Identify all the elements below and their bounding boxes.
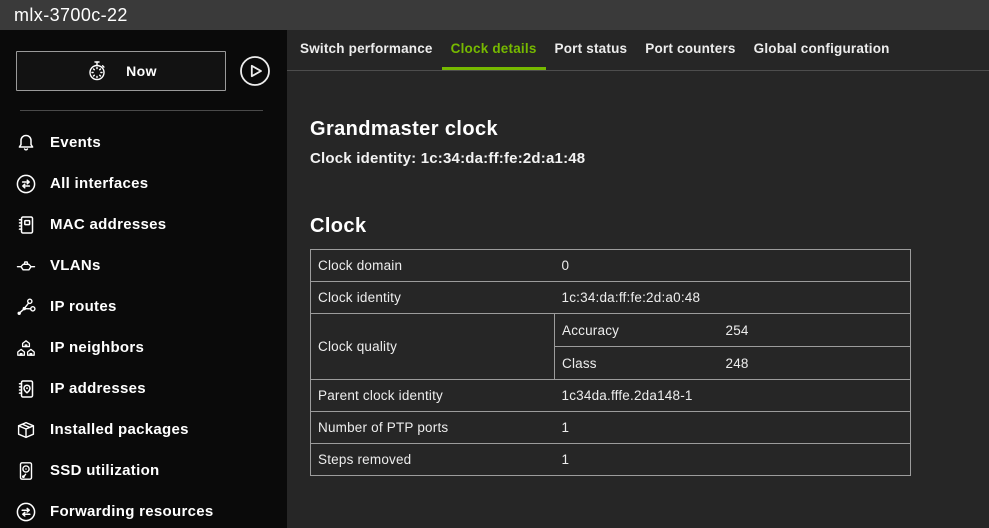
row-value: 1 xyxy=(555,412,911,444)
sidebar-item-label: MAC addresses xyxy=(50,216,166,233)
clock-table: Clock domain 0 Clock identity 1c:34:da:f… xyxy=(310,249,911,476)
sidebar-item-mac-addresses[interactable]: MAC addresses xyxy=(0,204,287,245)
sub-row-label: Class xyxy=(555,347,719,380)
row-value: 1 xyxy=(555,444,911,476)
row-value: 1c34da.fffe.2da148-1 xyxy=(555,380,911,412)
tab-clock-details[interactable]: Clock details xyxy=(442,30,546,70)
row-value: 0 xyxy=(555,250,911,282)
sidebar-item-label: All interfaces xyxy=(50,175,148,192)
sidebar-item-forwarding-resources[interactable]: Forwarding resources xyxy=(0,491,287,528)
sidebar-nav: Events All interfaces xyxy=(0,111,287,528)
sidebar-item-label: Installed packages xyxy=(50,421,189,438)
sidebar-item-events[interactable]: Events xyxy=(0,122,287,163)
clock-details-panel: Grandmaster clock Clock identity: 1c:34:… xyxy=(287,71,989,528)
ssd-drive-icon xyxy=(14,459,38,483)
notebook-icon xyxy=(14,213,38,237)
sidebar-item-vlans[interactable]: VLANs xyxy=(0,245,287,286)
sidebar-item-label: SSD utilization xyxy=(50,462,160,479)
row-label: Clock domain xyxy=(311,250,555,282)
route-graph-icon xyxy=(14,295,38,319)
sidebar-item-ip-neighbors[interactable]: IP neighbors xyxy=(0,327,287,368)
tab-port-counters[interactable]: Port counters xyxy=(636,30,744,70)
package-box-icon xyxy=(14,418,38,442)
table-row: Clock identity 1c:34:da:ff:fe:2d:a0:48 xyxy=(311,282,911,314)
sidebar-item-label: IP neighbors xyxy=(50,339,144,356)
stopwatch-icon xyxy=(85,59,109,83)
sidebar-item-ip-routes[interactable]: IP routes xyxy=(0,286,287,327)
sidebar-item-ip-addresses[interactable]: IP addresses xyxy=(0,368,287,409)
interfaces-arrows-icon xyxy=(14,172,38,196)
houses-icon xyxy=(14,336,38,360)
tab-switch-performance[interactable]: Switch performance xyxy=(291,30,442,70)
row-label: Steps removed xyxy=(311,444,555,476)
table-row: Number of PTP ports 1 xyxy=(311,412,911,444)
sidebar: Now Events xyxy=(0,30,287,528)
play-button[interactable] xyxy=(239,55,271,87)
row-label: Clock identity xyxy=(311,282,555,314)
sidebar-item-installed-packages[interactable]: Installed packages xyxy=(0,409,287,450)
bridge-icon xyxy=(14,254,38,278)
time-range-now-button[interactable]: Now xyxy=(16,51,226,91)
sidebar-item-label: IP addresses xyxy=(50,380,146,397)
clock-heading: Clock xyxy=(310,215,989,238)
sidebar-item-label: Events xyxy=(50,134,101,151)
sub-row-value: 254 xyxy=(719,314,911,347)
row-label: Number of PTP ports xyxy=(311,412,555,444)
table-row: Steps removed 1 xyxy=(311,444,911,476)
table-row: Parent clock identity 1c34da.fffe.2da148… xyxy=(311,380,911,412)
sidebar-item-label: IP routes xyxy=(50,298,117,315)
sub-row-label: Accuracy xyxy=(555,314,719,347)
bell-icon xyxy=(14,131,38,155)
tab-bar: Switch performance Clock details Port st… xyxy=(287,30,989,71)
now-button-label: Now xyxy=(126,63,157,79)
play-icon xyxy=(239,55,271,87)
grandmaster-clock-heading: Grandmaster clock xyxy=(310,118,989,141)
device-title: mlx-3700c-22 xyxy=(14,5,128,26)
app-header: mlx-3700c-22 xyxy=(0,0,989,30)
notebook-pin-icon xyxy=(14,377,38,401)
sidebar-item-label: VLANs xyxy=(50,257,101,274)
tab-port-status[interactable]: Port status xyxy=(546,30,637,70)
row-label: Clock quality xyxy=(311,314,555,380)
grandmaster-clock-identity: Clock identity: 1c:34:da:ff:fe:2d:a1:48 xyxy=(310,150,989,167)
table-row: Clock quality Accuracy 254 xyxy=(311,314,911,347)
sidebar-item-all-interfaces[interactable]: All interfaces xyxy=(0,163,287,204)
table-row: Clock domain 0 xyxy=(311,250,911,282)
sidebar-item-ssd-utilization[interactable]: SSD utilization xyxy=(0,450,287,491)
forward-arrows-icon xyxy=(14,500,38,524)
row-value: 1c:34:da:ff:fe:2d:a0:48 xyxy=(555,282,911,314)
sidebar-item-label: Forwarding resources xyxy=(50,503,214,520)
row-label: Parent clock identity xyxy=(311,380,555,412)
sub-row-value: 248 xyxy=(719,347,911,380)
tab-global-configuration[interactable]: Global configuration xyxy=(745,30,899,70)
time-control-row: Now xyxy=(0,30,287,91)
